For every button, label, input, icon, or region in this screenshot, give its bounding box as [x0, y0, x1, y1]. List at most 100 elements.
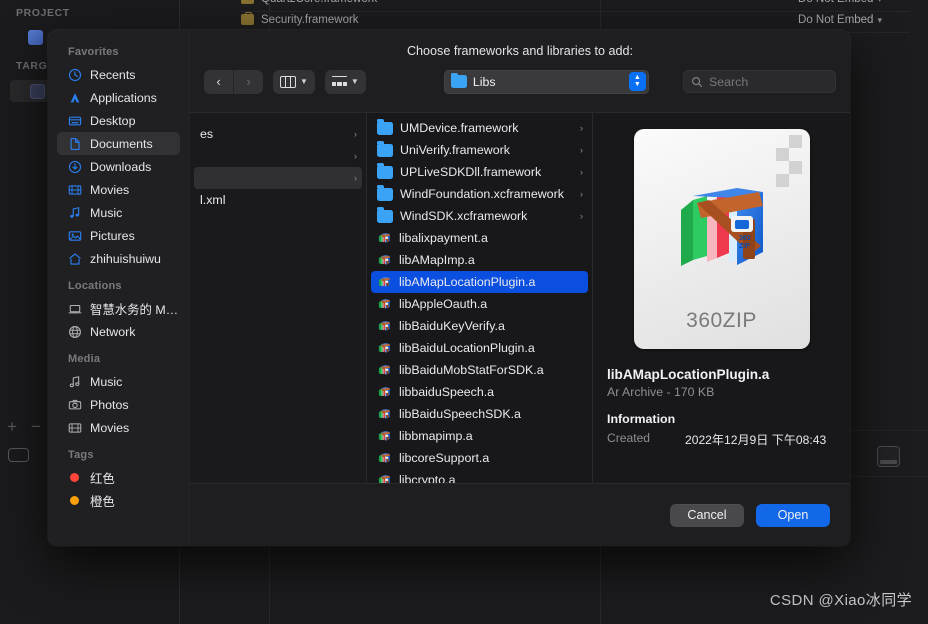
preview-info: libAMapLocationPlugin.a Ar Archive - 170…	[593, 367, 850, 448]
browser-column-previous[interactable]: es › › › l.xml	[190, 113, 367, 483]
framework-embed-popup[interactable]: Do Not Embed▾	[798, 0, 882, 5]
file-list-item[interactable]: UniVerify.framework ›	[371, 139, 588, 161]
file-list-item[interactable]: WindSDK.xcframework ›	[371, 205, 588, 227]
sidebar-item-applications[interactable]: Applications	[57, 86, 180, 109]
finder-sidebar[interactable]: Favorites Recents Applications Desktop D…	[48, 30, 190, 546]
open-file-panel: Favorites Recents Applications Desktop D…	[48, 30, 850, 546]
file-list-item[interactable]: UPLiveSDKDll.framework ›	[371, 161, 588, 183]
path-stepper-icon[interactable]: ▲ ▼	[628, 72, 646, 91]
sidebar-item-network[interactable]: Network	[57, 320, 180, 343]
file-list-item[interactable]: libBaiduSpeechSDK.a	[371, 403, 588, 425]
sidebar-item-pictures[interactable]: Pictures	[57, 224, 180, 247]
file-list-item[interactable]: libBaiduLocationPlugin.a	[371, 337, 588, 359]
add-target-button[interactable]: +	[7, 418, 17, 435]
home-icon	[69, 252, 81, 265]
file-list-item[interactable]: libAMapLocationPlugin.a	[371, 271, 588, 293]
sidebar-item-tag-red[interactable]: 红色	[57, 466, 180, 489]
sidebar-item-label: Photos	[90, 397, 129, 412]
sidebar-item-desktop[interactable]: Desktop	[57, 109, 180, 132]
sidebar-item-downloads[interactable]: Downloads	[57, 155, 180, 178]
list-item[interactable]: ›	[194, 145, 362, 167]
file-list-item[interactable]: UMDevice.framework ›	[371, 117, 588, 139]
search-icon	[692, 76, 703, 87]
preview-file-meta: Ar Archive - 170 KB	[607, 385, 715, 399]
remove-target-button[interactable]: −	[31, 418, 41, 435]
globe-icon	[69, 325, 81, 338]
open-button[interactable]: Open	[756, 503, 830, 527]
back-button[interactable]: ‹	[204, 70, 233, 94]
library-archive-icon	[378, 342, 390, 353]
stepper-down-arrow: ▼	[633, 81, 641, 88]
chevron-right-icon: ›	[580, 211, 583, 221]
library-archive-icon	[378, 364, 390, 375]
sidebar-item-label: Applications	[90, 90, 157, 105]
column-view-icon	[280, 75, 296, 88]
pictures-icon	[68, 230, 82, 241]
chevron-down-icon: ▼	[350, 77, 359, 86]
sidebar-group-title-tags: Tags	[68, 449, 94, 461]
chevron-right-icon: ›	[580, 189, 583, 199]
sidebar-item-media-music[interactable]: Music	[57, 370, 180, 393]
file-list-item[interactable]: libAMapImp.a	[371, 249, 588, 271]
camera-icon	[68, 399, 82, 409]
file-list-item[interactable]: libbaiduSpeech.a	[371, 381, 588, 403]
cancel-button[interactable]: Cancel	[670, 503, 744, 527]
sidebar-item-label: Documents	[90, 136, 153, 151]
sidebar-item-zhihuishuiwu[interactable]: zhihuishuiwu	[57, 247, 180, 270]
file-name: UniVerify.framework	[400, 143, 510, 157]
file-list-item[interactable]: libbmapimp.a	[371, 425, 588, 447]
file-list-item[interactable]: libcoreSupport.a	[371, 447, 588, 469]
360zip-logo-icon: 360 ZIP	[680, 188, 763, 266]
forward-button[interactable]: ›	[234, 70, 263, 94]
browser-column-files[interactable]: UMDevice.framework › UniVerify.framework › U…	[367, 113, 593, 483]
search-input[interactable]: Search	[683, 70, 836, 93]
file-name: libBaiduLocationPlugin.a	[399, 341, 535, 355]
sidebar-item-tag-orange[interactable]: 橙色	[57, 489, 180, 512]
framework-icon	[241, 12, 254, 25]
file-preview-icon: 360 ZIP 360ZIP	[633, 129, 810, 349]
file-list-item[interactable]: libcrypto.a	[371, 469, 588, 483]
project-section-label: PROJECT	[16, 7, 70, 19]
library-archive-icon	[378, 232, 390, 243]
sidebar-item-media-photos[interactable]: Photos	[57, 393, 180, 416]
tag-dot-icon	[70, 473, 79, 482]
sidebar-group-title-favorites: Favorites	[68, 46, 119, 58]
file-list-item[interactable]: libBaiduKeyVerify.a	[371, 315, 588, 337]
device-preview-button[interactable]	[877, 446, 900, 467]
preview-field-key: Created	[607, 431, 651, 445]
path-popup-button[interactable]: Libs ▲ ▼	[443, 69, 649, 94]
dog-ear-icon	[775, 135, 802, 187]
path-popup-label: Libs	[472, 74, 496, 89]
file-list-item[interactable]: libBaiduMobStatForSDK.a	[371, 359, 588, 381]
sidebar-item-mac[interactable]: 智慧水务的 Mac...	[57, 297, 180, 320]
panel-header: Choose frameworks and libraries to add: …	[190, 30, 850, 112]
library-archive-icon	[378, 430, 390, 441]
preview-icon-label: 360ZIP	[686, 309, 757, 332]
list-item[interactable]: es ›	[194, 123, 362, 145]
folder-icon	[377, 163, 393, 179]
filter-tag-button[interactable]	[8, 448, 29, 462]
list-item[interactable]: l.xml	[194, 189, 362, 211]
sidebar-item-media-movies[interactable]: Movies	[57, 416, 180, 439]
library-archive-icon	[378, 320, 390, 331]
document-icon	[70, 137, 80, 150]
framework-name: QuartzCore.framework	[261, 0, 377, 5]
view-mode-button[interactable]: ▼	[273, 69, 315, 94]
view-options-button[interactable]: ▼	[324, 69, 366, 94]
framework-embed-label: Do Not Embed	[798, 0, 873, 5]
sidebar-item-movies[interactable]: Movies	[57, 178, 180, 201]
file-list-item[interactable]: libalixpayment.a	[371, 227, 588, 249]
chevron-updown-icon: ▾	[877, 14, 882, 25]
panel-body: Favorites Recents Applications Desktop D…	[48, 30, 850, 546]
library-archive-icon	[378, 276, 390, 287]
sidebar-item-documents[interactable]: Documents	[57, 132, 180, 155]
file-list-item[interactable]: libAppleOauth.a	[371, 293, 588, 315]
navigation-segmented-control[interactable]: ‹ ›	[204, 69, 263, 94]
file-list-item[interactable]: WindFoundation.xcframework ›	[371, 183, 588, 205]
panel-main: Choose frameworks and libraries to add: …	[190, 30, 850, 546]
sidebar-item-recents[interactable]: Recents	[57, 63, 180, 86]
chevron-right-icon: ›	[354, 173, 357, 183]
list-item[interactable]: ›	[194, 167, 362, 189]
sidebar-item-music[interactable]: Music	[57, 201, 180, 224]
framework-embed-popup[interactable]: Do Not Embed▾	[798, 14, 882, 26]
